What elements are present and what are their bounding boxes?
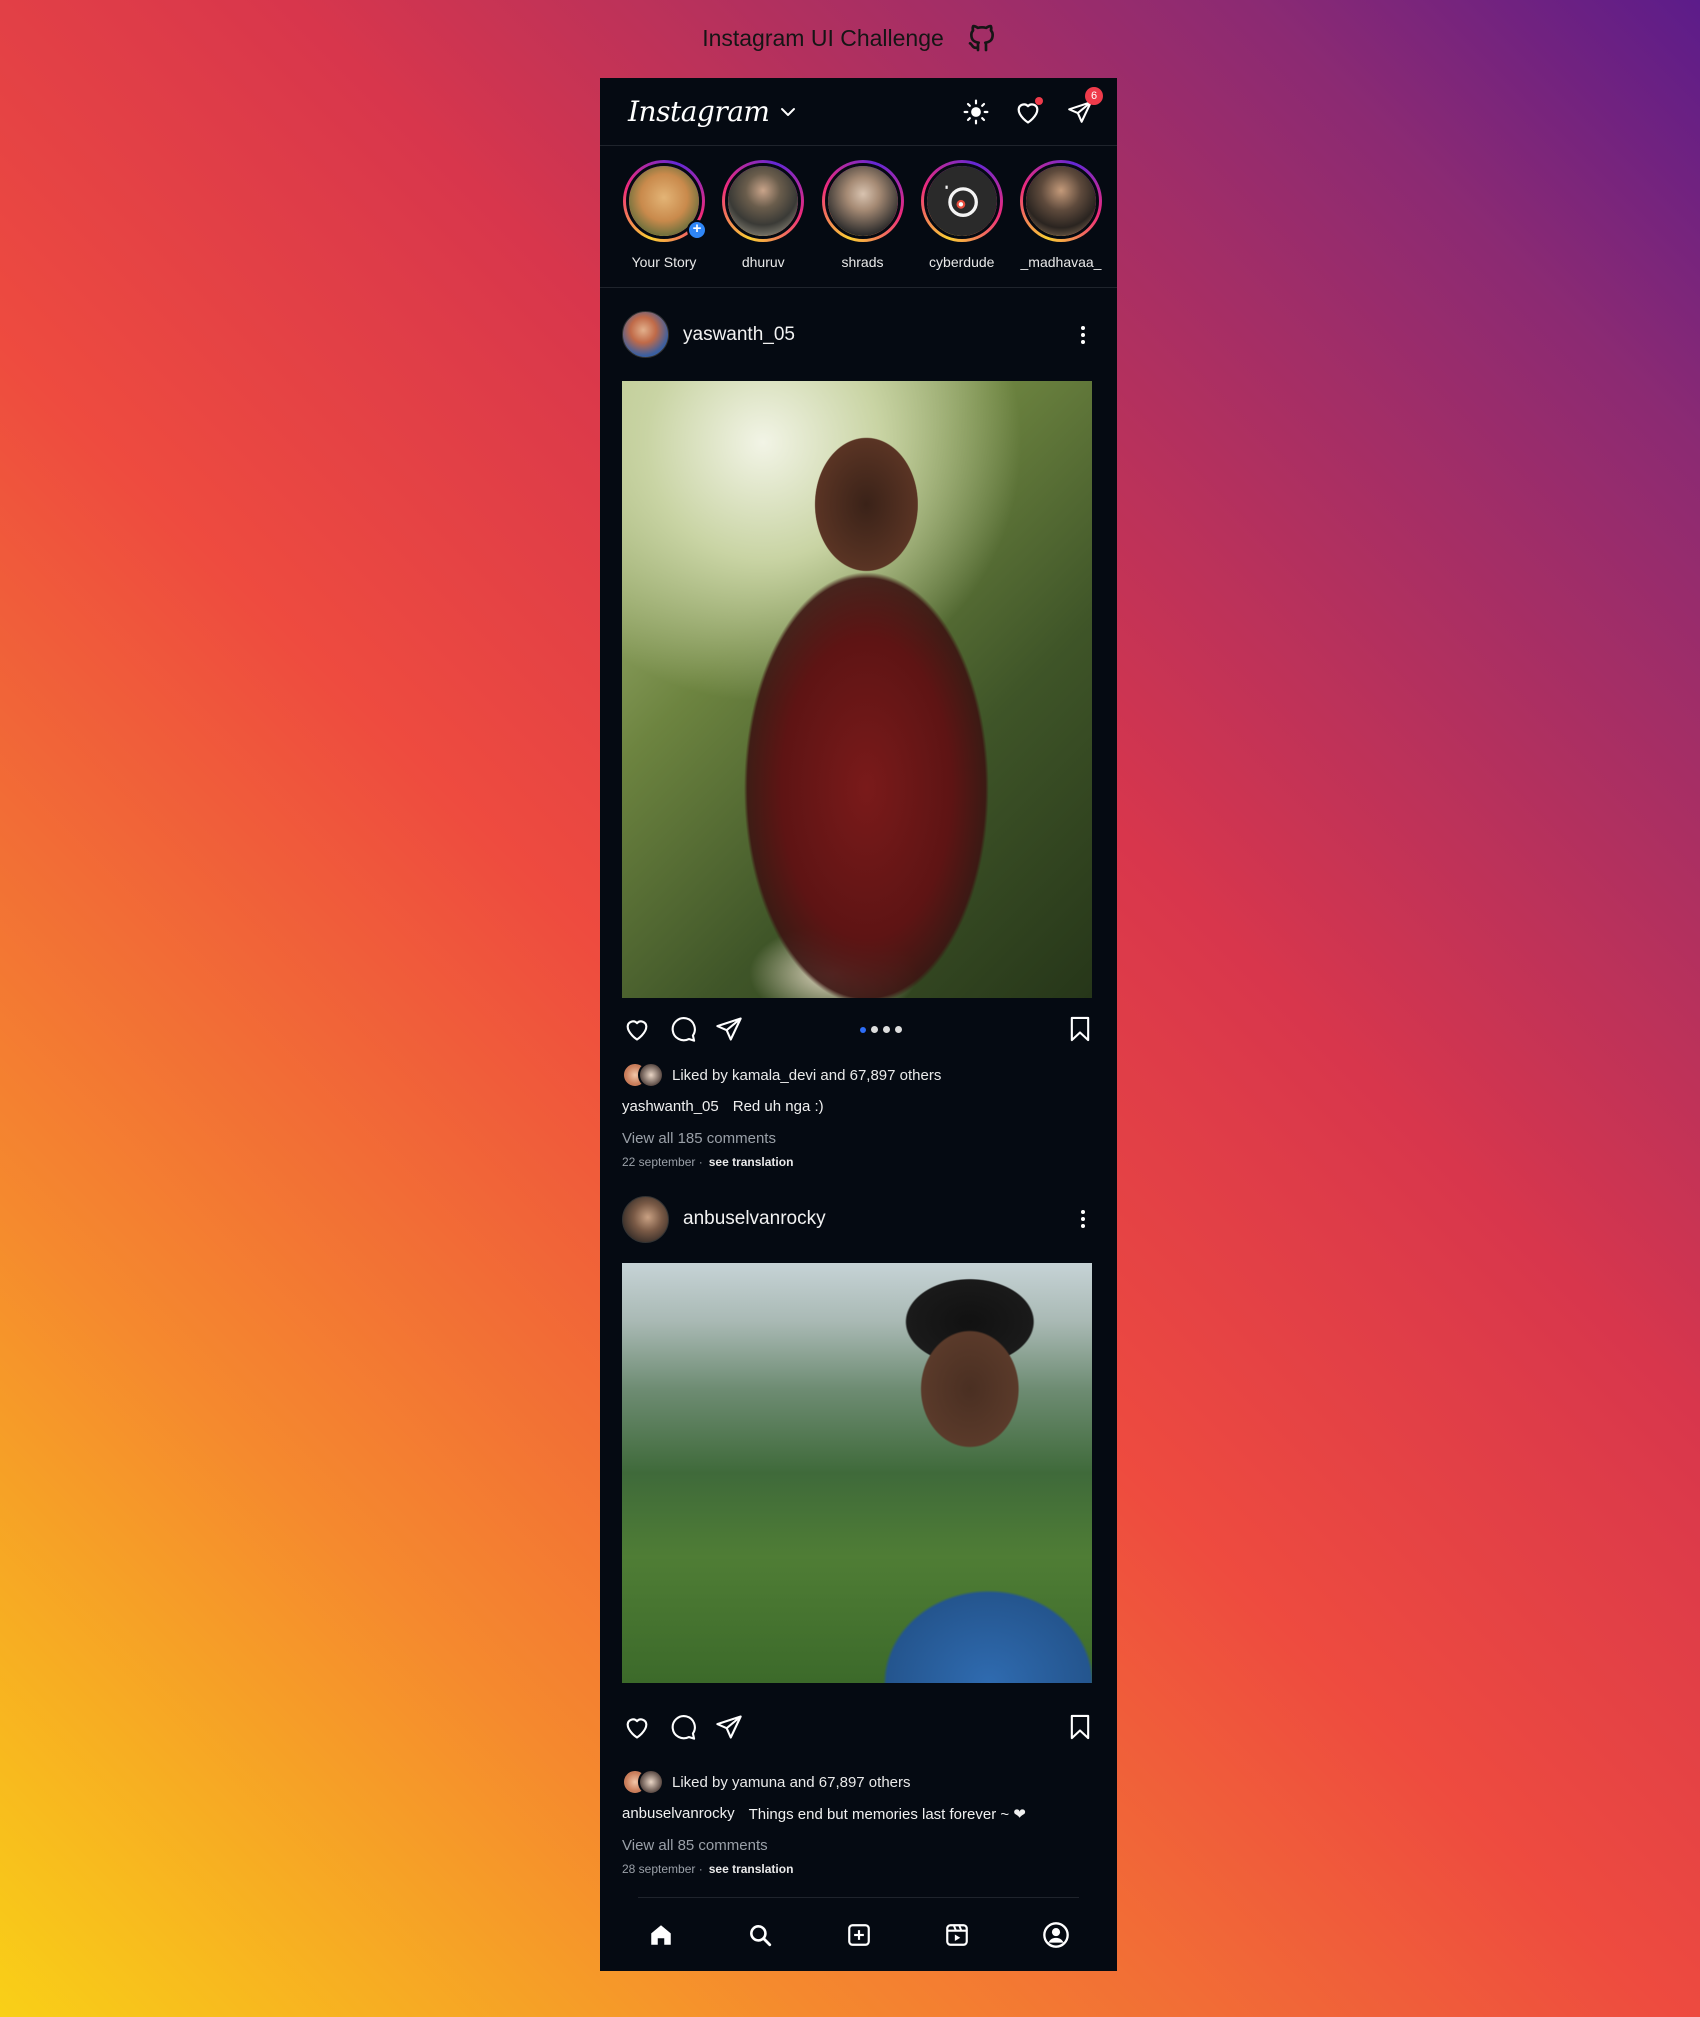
post-actions: [622, 998, 1117, 1060]
post-date: 22 september ·: [622, 1155, 703, 1169]
caption-text: Red uh nga :): [732, 1098, 824, 1115]
page-header: Instagram UI Challenge: [0, 22, 1700, 54]
avatar: [827, 166, 898, 236]
direct-send-icon[interactable]: 6: [1065, 86, 1103, 127]
post-meta: 22 september · see translation: [622, 1155, 1117, 1169]
post-image[interactable]: [622, 1263, 1092, 1683]
likes-row: Liked by yamuna and 67,897 others: [622, 1767, 1117, 1797]
page-title: Instagram UI Challenge: [702, 24, 944, 51]
avatar: [638, 1062, 664, 1088]
likes-text[interactable]: Liked by yamuna and 67,897 others: [672, 1774, 911, 1791]
see-translation-link[interactable]: see translation: [709, 1862, 794, 1876]
story-ring: [920, 160, 1003, 242]
story-ring: [1020, 160, 1102, 242]
like-icon[interactable]: [622, 1014, 652, 1044]
bookmark-icon[interactable]: [1065, 1712, 1095, 1742]
view-comments-link[interactable]: View all 85 comments: [622, 1837, 1117, 1854]
carousel-dot-active: [860, 1026, 866, 1033]
carousel-dot: [871, 1026, 878, 1033]
github-icon[interactable]: [966, 22, 998, 54]
search-icon[interactable]: [745, 1920, 775, 1950]
post-avatar[interactable]: [622, 311, 669, 358]
carousel-dot: [883, 1026, 890, 1033]
avatar: [926, 166, 997, 236]
story-label: shrads: [841, 254, 884, 270]
story-ring: +: [623, 160, 707, 242]
add-story-icon[interactable]: +: [687, 220, 707, 240]
avatar: [728, 166, 799, 236]
comment-icon[interactable]: [668, 1712, 698, 1742]
post-image[interactable]: [622, 381, 1092, 998]
more-options-icon[interactable]: [1071, 1207, 1095, 1231]
post-meta: 28 september · see translation: [622, 1862, 1117, 1876]
theme-sun-icon[interactable]: [961, 97, 991, 127]
post-header: anbuselvanrocky: [622, 1175, 1117, 1263]
caption: anbuselvanrocky Things end but memories …: [622, 1805, 1117, 1829]
caption-username[interactable]: anbuselvanrocky: [622, 1805, 735, 1829]
likes-row: Liked by kamala_devi and 67,897 others: [622, 1060, 1117, 1090]
caption-username[interactable]: yashwanth_05: [622, 1098, 719, 1122]
post-avatar[interactable]: [622, 1195, 669, 1243]
post-actions: [622, 1683, 1117, 1767]
see-translation-link[interactable]: see translation: [709, 1155, 794, 1169]
likes-text[interactable]: Liked by kamala_devi and 67,897 others: [672, 1067, 941, 1084]
share-icon[interactable]: [714, 1014, 744, 1044]
bookmark-icon[interactable]: [1065, 1014, 1095, 1044]
stories-tray: + Your Story dhuruv shrads cyberdude _ma…: [600, 146, 1117, 288]
view-comments-link[interactable]: View all 185 comments: [622, 1130, 1117, 1147]
caption-text: Things end but memories last forever ~ ❤: [748, 1806, 1026, 1823]
liked-avatars: [622, 1769, 668, 1795]
like-icon[interactable]: [622, 1712, 652, 1742]
post-username[interactable]: yaswanth_05: [683, 324, 1071, 346]
post-header: yaswanth_05: [622, 288, 1117, 381]
profile-icon[interactable]: [1041, 1920, 1071, 1950]
share-icon[interactable]: [714, 1712, 744, 1742]
home-icon[interactable]: [646, 1920, 676, 1950]
carousel-indicator: [860, 1026, 902, 1033]
story-cyberdude[interactable]: cyberdude: [920, 160, 1004, 287]
story-dhuruv[interactable]: dhuruv: [721, 160, 805, 287]
story-ring: [722, 160, 805, 242]
story-label: cyberdude: [929, 254, 995, 270]
instagram-logo[interactable]: Instagram: [628, 95, 770, 128]
avatar: [638, 1769, 664, 1795]
reels-icon[interactable]: [942, 1920, 972, 1950]
avatar: [1026, 166, 1096, 236]
post: yaswanth_05 Liked by kamala_devi and 67,…: [600, 288, 1117, 1169]
phone-frame: Instagram 6 + Your Story dhuruv shrads c…: [600, 78, 1117, 1971]
story-label: dhuruv: [741, 254, 785, 270]
carousel-dot: [895, 1026, 902, 1033]
cyberdude-logo-icon: [945, 185, 978, 217]
messages-badge: 6: [1085, 86, 1103, 105]
post: anbuselvanrocky Liked by yamuna and 67,8…: [600, 1175, 1117, 1876]
story-ring: [821, 160, 904, 242]
top-bar: Instagram 6: [600, 78, 1117, 146]
comment-icon[interactable]: [668, 1014, 698, 1044]
story-shrads[interactable]: shrads: [821, 160, 905, 287]
post-date: 28 september ·: [622, 1862, 703, 1876]
story-label: Your Story: [631, 254, 697, 270]
story-madhavaa[interactable]: _madhavaa_: [1019, 160, 1103, 287]
post-username[interactable]: anbuselvanrocky: [683, 1208, 1071, 1230]
story-label: _madhavaa_: [1020, 254, 1102, 270]
notification-dot: [1035, 96, 1043, 105]
story-your-story[interactable]: + Your Story: [622, 160, 707, 287]
heart-icon[interactable]: [1013, 96, 1043, 127]
chevron-down-icon[interactable]: [779, 103, 797, 121]
caption: yashwanth_05 Red uh nga :): [622, 1098, 1117, 1122]
bottom-nav: [638, 1897, 1079, 1971]
liked-avatars: [622, 1062, 668, 1088]
more-options-icon[interactable]: [1071, 323, 1095, 347]
add-post-icon[interactable]: [844, 1920, 874, 1950]
